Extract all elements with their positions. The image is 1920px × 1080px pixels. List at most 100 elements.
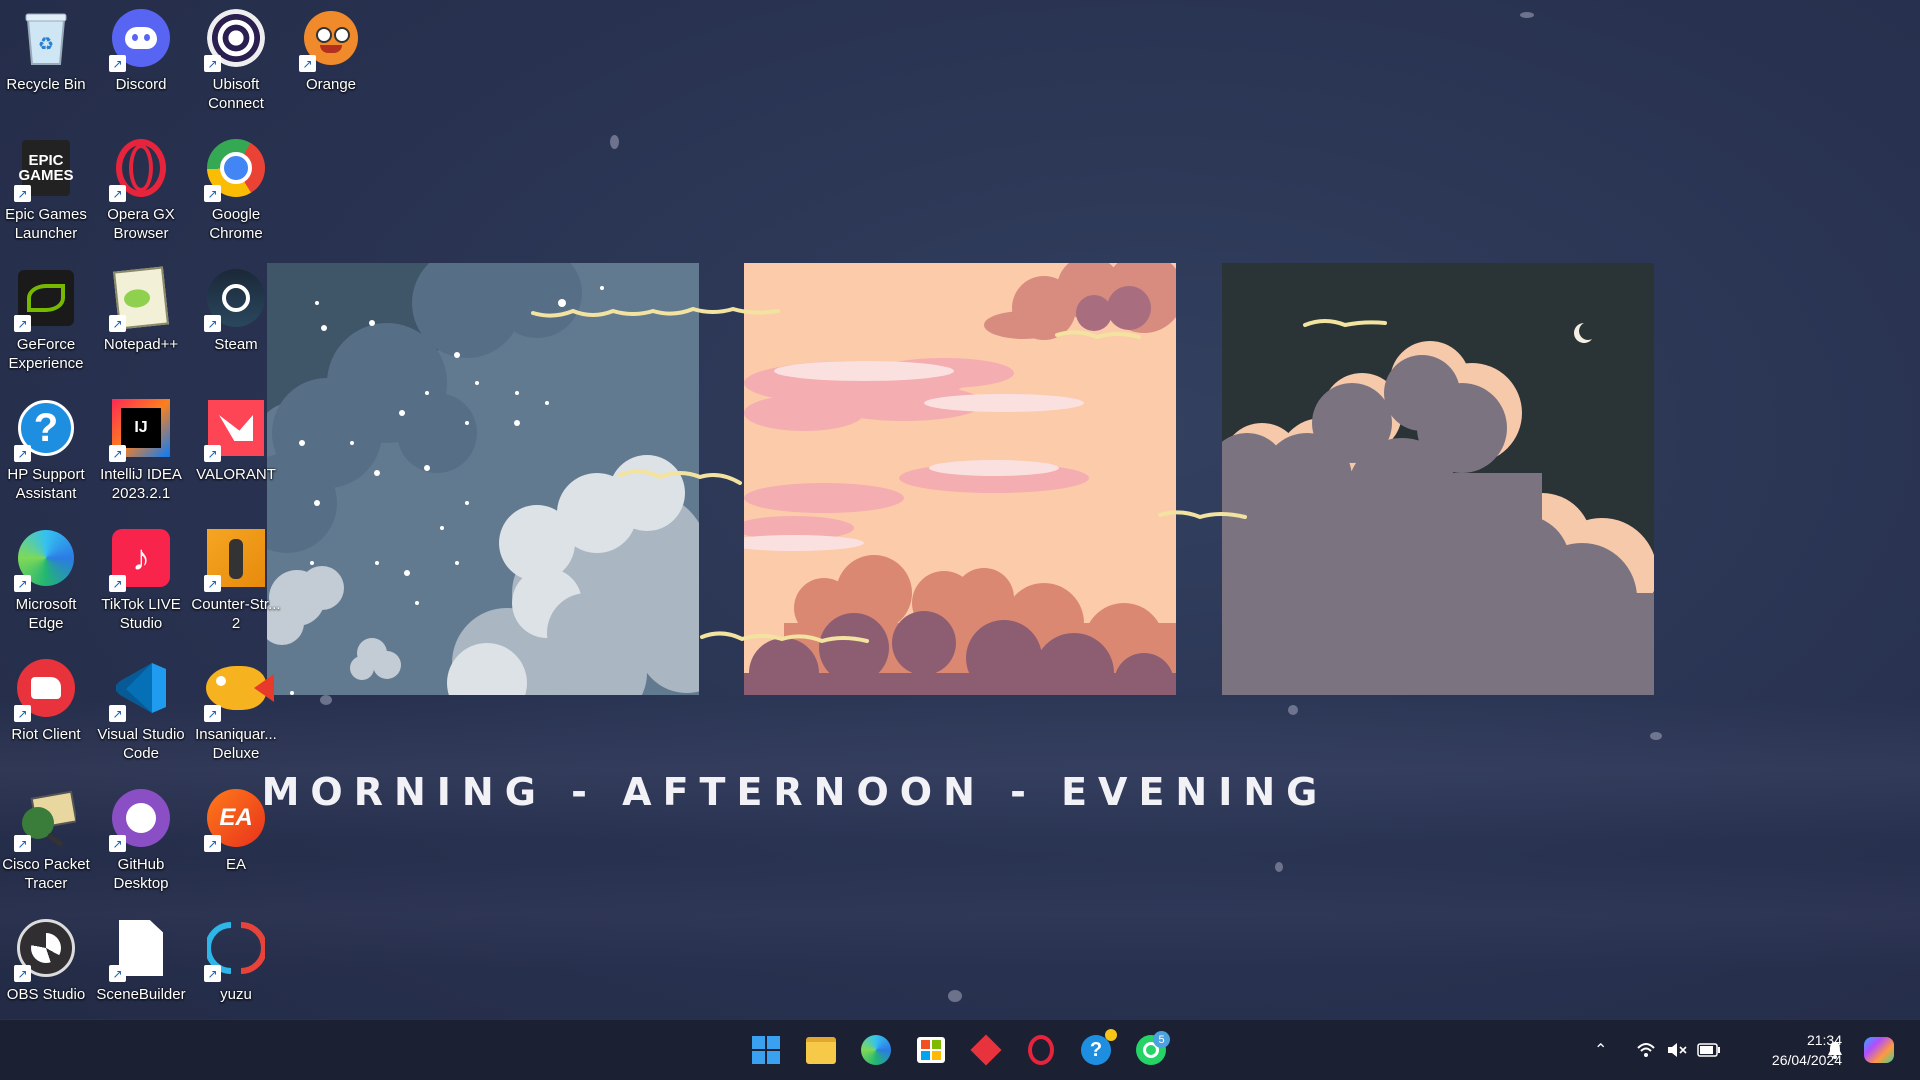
opera-gx-icon: ↗ — [109, 136, 173, 202]
shortcut-arrow-icon: ↗ — [109, 55, 126, 72]
desktop-icon-label: Orange — [305, 76, 357, 93]
desktop-icon-valorant[interactable]: ↗ VALORANT — [190, 390, 282, 516]
shortcut-arrow-icon: ↗ — [109, 835, 126, 852]
shortcut-arrow-icon: ↗ — [204, 835, 221, 852]
desktop-icon-chrome[interactable]: ↗ Google Chrome — [190, 130, 282, 256]
whatsapp-icon: 5 — [1136, 1031, 1170, 1065]
network-icon[interactable] — [1636, 1020, 1656, 1080]
taskbar-app-red[interactable] — [966, 1030, 1006, 1070]
desktop-icon-orange[interactable]: ↗ Orange — [285, 0, 377, 126]
desktop-icon-label: Insaniquar... Deluxe — [195, 726, 277, 762]
show-hidden-icons-button[interactable]: ⌃ — [1594, 1020, 1607, 1080]
shortcut-arrow-icon: ↗ — [14, 575, 31, 592]
chrome-icon: ↗ — [204, 136, 268, 202]
desktop-icon-ea[interactable]: EA ↗ EA — [190, 780, 282, 906]
desktop-icon-label: Recycle Bin — [6, 76, 86, 93]
desktop-icon-label: Steam — [214, 336, 258, 353]
orange-icon: ↗ — [299, 6, 363, 72]
desktop-icon-geforce[interactable]: ↗ GeForce Experience — [0, 260, 92, 386]
edge-icon — [861, 1035, 891, 1065]
desktop-icon-counter-strike[interactable]: ↗ Counter-Str... 2 — [190, 520, 282, 646]
valorant-icon: ↗ — [204, 396, 268, 462]
desktop-icon-edge[interactable]: ↗ Microsoft Edge — [0, 520, 92, 646]
desktop-icon-label: VALORANT — [196, 466, 276, 483]
desktop-icon-label: Discord — [115, 76, 167, 93]
desktop-icon-label: HP Support Assistant — [7, 466, 85, 502]
shortcut-arrow-icon: ↗ — [204, 445, 221, 462]
desktop-icon-label: Cisco Packet Tracer — [2, 856, 90, 892]
taskbar: ? 5 ⌃ 21:34 26/04/2024 — [0, 1019, 1920, 1080]
copilot-icon[interactable] — [1864, 1020, 1894, 1080]
desktop-icon-hp-support[interactable]: ? ↗ HP Support Assistant — [0, 390, 92, 516]
ea-icon: EA ↗ — [204, 786, 268, 852]
desktop-icon-label: Ubisoft Connect — [208, 76, 264, 112]
volume-muted-icon[interactable] — [1666, 1020, 1688, 1080]
discord-icon: ↗ — [109, 6, 173, 72]
taskbar-microsoft-store[interactable] — [911, 1030, 951, 1070]
desktop-icon-tiktok-live[interactable]: ♪ ↗ TikTok LIVE Studio — [95, 520, 187, 646]
desktop-icon-label: Microsoft Edge — [15, 596, 77, 632]
desktop-icon-steam[interactable]: ↗ Steam — [190, 260, 282, 386]
desktop-icon-ubisoft[interactable]: ↗ Ubisoft Connect — [190, 0, 282, 126]
windows-logo-icon — [752, 1036, 780, 1064]
desktop-icon-label: GeForce Experience — [8, 336, 84, 372]
taskbar-hp-support[interactable]: ? — [1076, 1029, 1117, 1070]
shortcut-arrow-icon: ↗ — [109, 575, 126, 592]
desktop-icon-riot-client[interactable]: ↗ Riot Client — [0, 650, 92, 776]
scenebuilder-icon: ↗ — [109, 916, 173, 982]
battery-icon[interactable] — [1697, 1020, 1721, 1080]
desktop-icon-github-desktop[interactable]: ↗ GitHub Desktop — [95, 780, 187, 906]
shortcut-arrow-icon: ↗ — [204, 315, 221, 332]
shortcut-arrow-icon: ↗ — [109, 185, 126, 202]
desktop-icon-label: yuzu — [220, 986, 252, 1003]
shortcut-arrow-icon: ↗ — [14, 185, 31, 202]
desktop-icon-insaniquarium[interactable]: ↗ Insaniquar... Deluxe — [190, 650, 282, 776]
desktop-icon-label: Notepad++ — [103, 336, 179, 353]
desktop-icon-cisco[interactable]: ↗ Cisco Packet Tracer — [0, 780, 92, 906]
desktop-icon-vscode[interactable]: ↗ Visual Studio Code — [95, 650, 187, 776]
ubisoft-icon: ↗ — [204, 6, 268, 72]
desktop-icon-label: TikTok LIVE Studio — [101, 596, 181, 632]
taskbar-edge[interactable] — [856, 1030, 896, 1070]
shortcut-arrow-icon: ↗ — [14, 445, 31, 462]
desktop-icon-obs[interactable]: ↗ OBS Studio — [0, 910, 92, 1036]
shortcut-arrow-icon: ↗ — [109, 315, 126, 332]
taskbar-whatsapp[interactable]: 5 — [1131, 1030, 1171, 1070]
desktop-icon-epic-games[interactable]: EPIC GAMES ↗ Epic Games Launcher — [0, 130, 92, 256]
desktop-icon-discord[interactable]: ↗ Discord — [95, 0, 187, 126]
desktop-icon-label: Epic Games Launcher — [5, 206, 87, 242]
notifications-bell-icon[interactable] — [1826, 1020, 1844, 1080]
shortcut-arrow-icon: ↗ — [204, 185, 221, 202]
desktop-icon-label: Google Chrome — [209, 206, 263, 242]
desktop-icon-notepad-plus-plus[interactable]: ↗ Notepad++ — [95, 260, 187, 386]
shortcut-arrow-icon: ↗ — [204, 965, 221, 982]
tiktok-live-icon: ♪ ↗ — [109, 526, 173, 592]
opera-gx-icon — [1028, 1035, 1054, 1065]
desktop-icon-intellij[interactable]: IJ ↗ IntelliJ IDEA 2023.2.1 — [95, 390, 187, 516]
steam-icon: ↗ — [204, 266, 268, 332]
shortcut-arrow-icon: ↗ — [14, 315, 31, 332]
riot-client-icon: ↗ — [14, 656, 78, 722]
shortcut-arrow-icon: ↗ — [204, 575, 221, 592]
shortcut-arrow-icon: ↗ — [109, 965, 126, 982]
edge-icon: ↗ — [14, 526, 78, 592]
taskbar-file-explorer[interactable] — [801, 1030, 841, 1070]
shortcut-arrow-icon: ↗ — [14, 835, 31, 852]
desktop-icon-label: Visual Studio Code — [97, 726, 185, 762]
obs-icon: ↗ — [14, 916, 78, 982]
shortcut-arrow-icon: ↗ — [109, 705, 126, 722]
desktop-icon-scenebuilder[interactable]: ↗ SceneBuilder — [95, 910, 187, 1036]
hp-support-icon: ? ↗ — [14, 396, 78, 462]
start-button[interactable] — [746, 1030, 786, 1070]
desktop-icon-grid: ♻ Recycle Bin EPIC GAMES ↗ Epic Games La… — [0, 0, 358, 1020]
desktop-icon-opera-gx[interactable]: ↗ Opera GX Browser — [95, 130, 187, 256]
svg-text:♻: ♻ — [38, 34, 54, 54]
counter-strike-icon: ↗ — [204, 526, 268, 592]
taskbar-opera-gx[interactable] — [1021, 1030, 1061, 1070]
shortcut-arrow-icon: ↗ — [204, 55, 221, 72]
desktop-icon-recycle-bin[interactable]: ♻ Recycle Bin — [0, 0, 92, 126]
desktop-icon-yuzu[interactable]: ↗ yuzu — [190, 910, 282, 1036]
chevron-up-icon: ⌃ — [1594, 1042, 1608, 1059]
red-diamond-icon — [970, 1034, 1002, 1066]
shortcut-arrow-icon: ↗ — [204, 705, 221, 722]
